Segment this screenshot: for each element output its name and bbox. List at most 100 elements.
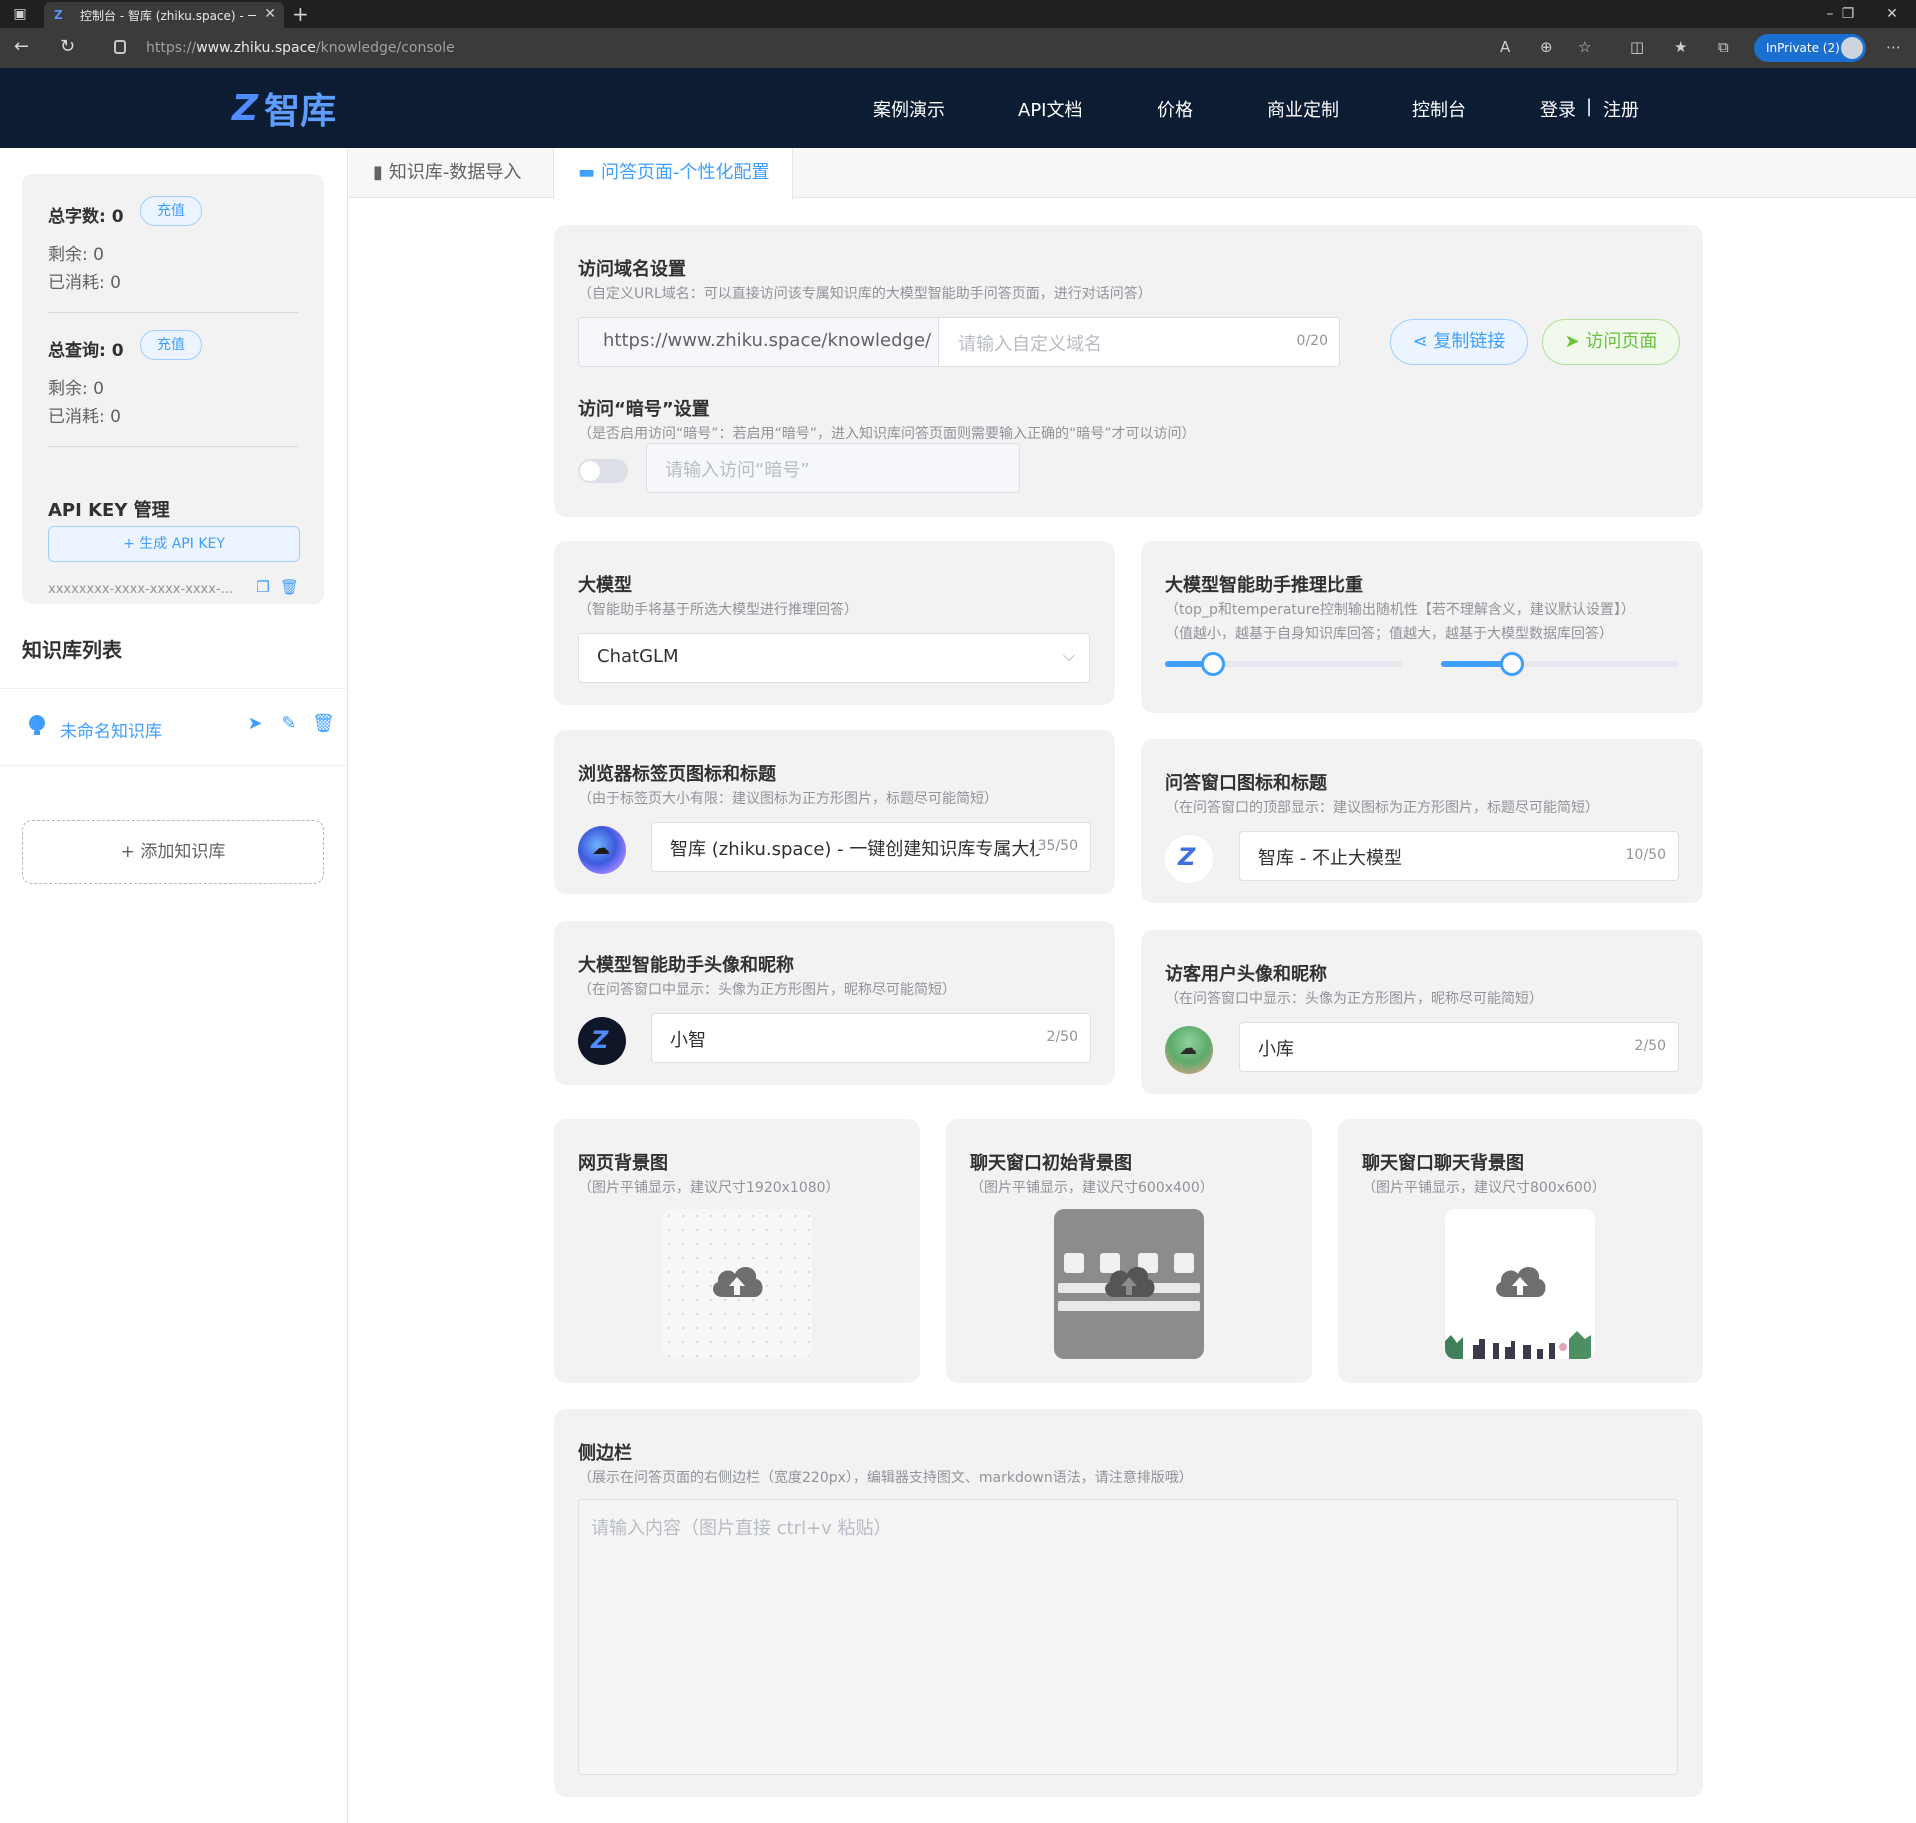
visit-page-label: 访问页面 <box>1585 331 1658 352</box>
ratio-desc-2: （值越小，越基于自身知识库回答；值越大，越基于大模型数据库回答） <box>1165 626 1613 642</box>
kb-list-title: 知识库列表 <box>22 638 122 662</box>
chat-window-title-value: 智库 - 不止大模型 <box>1258 848 1402 869</box>
chars-consumed: 已消耗: 0 <box>48 273 121 293</box>
copy-link-button[interactable]: ⋖ 复制链接 <box>1390 319 1528 365</box>
assistant-avatar-upload[interactable]: Z <box>578 1017 626 1065</box>
chat-window-title-input[interactable]: 智库 - 不止大模型 10/50 <box>1239 831 1679 881</box>
slider-handle[interactable] <box>1201 652 1225 676</box>
restore-icon[interactable]: ❐ <box>1838 4 1858 24</box>
password-toggle[interactable] <box>578 459 628 483</box>
copy-link-label: 复制链接 <box>1433 331 1506 352</box>
zoom-icon[interactable]: ⊕ <box>1540 38 1553 56</box>
split-screen-icon[interactable]: ◫ <box>1630 38 1644 56</box>
assistant-nickname-input[interactable]: 小智 2/50 <box>651 1013 1091 1063</box>
usage-stats-card: 总字数: 0 充值 剩余: 0 已消耗: 0 总查询: 0 充值 剩余: 0 已… <box>22 174 324 604</box>
top-p-slider[interactable] <box>1165 652 1403 676</box>
copy-icon[interactable]: ❐ <box>254 578 272 596</box>
assistant-title: 大模型智能助手头像和昵称 <box>578 955 794 976</box>
profile-avatar <box>1841 37 1863 59</box>
minimize-icon[interactable]: – <box>1820 4 1840 24</box>
kb-item-name[interactable]: 未命名知识库 <box>60 717 162 742</box>
browser-tab-card-desc: （由于标签页大小有限：建议图标为正方形图片，标题尽可能简短） <box>578 791 998 807</box>
nav-register[interactable]: 注册 <box>1603 96 1639 122</box>
chat-window-title-count: 10/50 <box>1625 847 1666 863</box>
tab-data-import[interactable]: ▮ 知识库-数据导入 <box>349 148 553 198</box>
back-icon[interactable]: ← <box>14 36 29 57</box>
visitor-title: 访客用户头像和昵称 <box>1165 964 1327 985</box>
visitor-nickname-value: 小库 <box>1258 1039 1294 1060</box>
domain-settings-card: 访问域名设置 （自定义URL域名：可以直接访问该专属知识库的大模型智能助手问答页… <box>554 225 1703 517</box>
nav-api-docs[interactable]: API文档 <box>1018 96 1082 122</box>
chat-init-bg-desc: （图片平铺显示，建议尺寸600x400） <box>970 1180 1214 1196</box>
close-window-icon[interactable]: ✕ <box>1882 4 1902 24</box>
nav-business[interactable]: 商业定制 <box>1267 96 1339 122</box>
divider <box>48 312 298 313</box>
lightbulb-icon <box>28 715 46 735</box>
visit-page-button[interactable]: ➤ 访问页面 <box>1542 319 1680 365</box>
side-panel-editor[interactable]: 请输入内容（图片直接 ctrl+v 粘贴） <box>578 1499 1678 1775</box>
model-selected-value: ChatGLM <box>597 646 679 667</box>
visitor-nickname-input[interactable]: 小库 2/50 <box>1239 1022 1679 1072</box>
assistant-nickname-count: 2/50 <box>1046 1029 1078 1045</box>
model-card: 大模型 （智能助手将基于所选大模型进行推理回答） ChatGLM ⌵ <box>554 541 1115 705</box>
chat-init-bg-upload[interactable] <box>1054 1209 1204 1359</box>
tab-label: 知识库-数据导入 <box>388 162 522 183</box>
inference-ratio-card: 大模型智能助手推理比重 （top_p和temperature控制输出随机性【若不… <box>1141 541 1703 713</box>
chat-window-desc: （在问答窗口的顶部显示：建议图标为正方形图片，标题尽可能简短） <box>1165 800 1599 816</box>
domain-desc: （自定义URL域名：可以直接访问该专属知识库的大模型智能助手问答页面，进行对话问… <box>578 286 1152 302</box>
recharge-chars-button[interactable]: 充值 <box>140 196 202 226</box>
site-logo[interactable]: Z 智库 <box>232 86 336 133</box>
send-icon[interactable]: ➤ <box>244 713 266 735</box>
slider-handle[interactable] <box>1500 652 1524 676</box>
browser-tab-title-value: 智库 (zhiku.space) - 一键创建知识库专属大模型 <box>670 839 1040 860</box>
apikey-title: API KEY 管理 <box>48 500 170 521</box>
browser-toolbar: ← ↻ https://www.zhiku.space/knowledge/co… <box>0 28 1916 68</box>
kb-list-item[interactable]: 未命名知识库 ➤ ✎ 🗑 <box>0 688 348 766</box>
visitor-avatar-upload[interactable]: ☁ <box>1165 1026 1213 1074</box>
generate-apikey-button[interactable]: + 生成 API KEY <box>48 526 300 562</box>
tab-actions-icon[interactable]: ▣ <box>10 4 30 24</box>
more-menu-icon[interactable]: ⋯ <box>1886 38 1901 56</box>
browser-tab[interactable]: Z 控制台 - 智库 (zhiku.space) - 一键 ✕ <box>44 2 284 28</box>
new-tab-icon[interactable]: + <box>292 2 309 26</box>
delete-icon[interactable]: 🗑 <box>280 578 299 596</box>
temperature-slider[interactable] <box>1441 652 1679 676</box>
side-panel-desc: （展示在问答页面的右侧边栏（宽度220px），编辑器支持图文、markdown语… <box>578 1470 1193 1486</box>
side-panel-title: 侧边栏 <box>578 1443 632 1464</box>
browser-tab-title-input[interactable]: 智库 (zhiku.space) - 一键创建知识库专属大模型 35/50 <box>651 822 1091 872</box>
delete-icon[interactable]: 🗑 <box>312 713 335 735</box>
refresh-icon[interactable]: ↻ <box>60 36 75 57</box>
zhiku-logo-icon: Z <box>232 87 259 129</box>
domain-placeholder: 请输入自定义域名 <box>958 334 1102 355</box>
close-icon[interactable]: ✕ <box>264 6 276 22</box>
address-bar[interactable]: https://www.zhiku.space/knowledge/consol… <box>110 32 1510 64</box>
tab-label: 问答页面-个性化配置 <box>601 162 770 183</box>
nav-console[interactable]: 控制台 <box>1412 96 1466 122</box>
domain-input[interactable]: 请输入自定义域名 0/20 <box>940 318 1339 366</box>
page-bg-upload[interactable] <box>662 1209 812 1359</box>
ratio-title: 大模型智能助手推理比重 <box>1165 575 1363 596</box>
nav-pricing[interactable]: 价格 <box>1157 96 1193 122</box>
inprivate-badge[interactable]: InPrivate (2) <box>1754 34 1866 62</box>
chat-window-icon-upload[interactable]: Z <box>1165 835 1213 883</box>
add-kb-button[interactable]: + 添加知识库 <box>22 820 324 884</box>
domain-count: 0/20 <box>1296 333 1328 349</box>
edit-icon[interactable]: ✎ <box>278 713 300 735</box>
browser-tab-icon-upload[interactable]: ☁ <box>578 826 626 874</box>
collections-icon[interactable]: ⧉ <box>1718 38 1729 56</box>
nav-login[interactable]: 登录 <box>1540 96 1576 122</box>
tab-page-config[interactable]: ▬ 问答页面-个性化配置 <box>553 148 793 199</box>
model-select[interactable]: ChatGLM ⌵ <box>578 633 1090 683</box>
zhiku-logo-icon: Z <box>591 1026 609 1054</box>
favorite-star-icon[interactable]: ☆ <box>1578 38 1591 56</box>
chat-bg-upload[interactable] <box>1445 1209 1595 1359</box>
read-aloud-icon[interactable]: A <box>1500 38 1510 56</box>
zhiku-favicon-icon: Z <box>54 8 63 22</box>
recharge-queries-button[interactable]: 充值 <box>140 330 202 360</box>
favorites-icon[interactable]: ★ <box>1674 38 1687 56</box>
upload-cloud-icon: ☁ <box>592 838 610 859</box>
nav-demo[interactable]: 案例演示 <box>873 96 945 122</box>
password-placeholder: 请输入访问“暗号” <box>665 460 810 481</box>
password-input[interactable]: 请输入访问“暗号” <box>646 443 1020 493</box>
page-bg-title: 网页背景图 <box>578 1153 668 1174</box>
